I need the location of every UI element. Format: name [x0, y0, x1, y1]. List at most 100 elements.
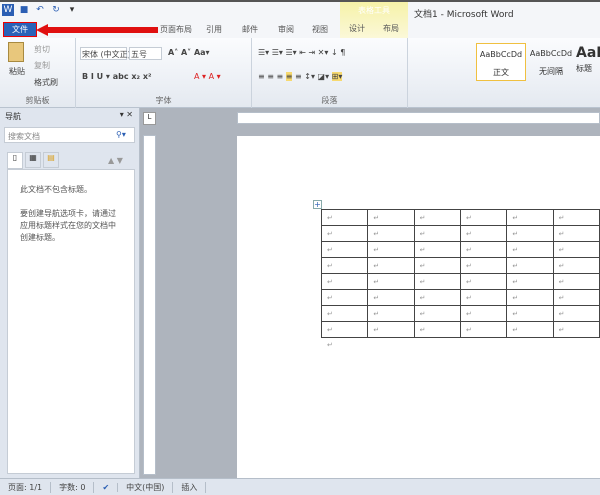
table-cell[interactable]: ↵ — [367, 209, 415, 226]
table-cell[interactable]: ↵ — [413, 225, 461, 242]
table-cell[interactable]: ↵ — [459, 257, 508, 274]
table-cell[interactable]: ↵ — [552, 289, 600, 306]
font-size-select[interactable]: 五号 — [129, 47, 162, 60]
table-cell[interactable]: ↵ — [413, 209, 461, 226]
table-cell[interactable]: ↵ — [367, 289, 415, 306]
page-count[interactable]: 页面: 1/1 — [0, 481, 52, 493]
table-cell[interactable]: ↵ — [552, 321, 600, 338]
word-logo-icon[interactable]: W — [2, 4, 14, 16]
table-cell[interactable]: ↵ — [506, 209, 554, 226]
nav-close-icon[interactable]: ▾ ✕ — [120, 110, 133, 119]
table-cell[interactable]: ↵ — [413, 289, 461, 306]
grow-shrink-font-icon[interactable]: A˄ A˅ Aa▾ — [168, 48, 210, 57]
table-cell[interactable]: ↵ — [413, 305, 461, 322]
redo-icon[interactable]: ↻ — [50, 4, 62, 16]
table-cell[interactable]: ↵ — [413, 241, 461, 258]
table-cell[interactable]: ↵ — [459, 321, 508, 338]
tab-mailings[interactable]: 邮件 — [242, 24, 258, 35]
format-painter-button[interactable]: 格式刷 — [34, 77, 58, 88]
insert-mode[interactable]: 插入 — [173, 481, 207, 493]
paste-icon[interactable] — [8, 42, 24, 62]
style-normal[interactable]: AaBbCcDd 正文 — [476, 43, 526, 81]
table-cell[interactable]: ↵ — [506, 321, 554, 338]
table-cell[interactable]: ↵ — [320, 257, 369, 274]
tab-references[interactable]: 引用 — [206, 24, 222, 35]
tab-view[interactable]: 视图 — [312, 24, 328, 35]
pages-view-icon[interactable]: ▦ — [25, 152, 41, 168]
table-row: ↵ ↵ ↵ ↵ ↵ ↵ — [320, 273, 600, 290]
tab-page-layout[interactable]: 页面布局 — [160, 24, 192, 35]
horizontal-ruler[interactable] — [237, 112, 600, 124]
table-cell[interactable]: ↵ — [506, 273, 554, 290]
prev-next-icons[interactable]: ▲ ▼ — [108, 156, 123, 165]
style-no-spacing[interactable]: AaBbCcDd 无间隔 — [526, 43, 576, 81]
table-move-handle-icon[interactable]: + — [313, 200, 322, 209]
cut-button[interactable]: 剪切 — [34, 44, 50, 55]
table-cell[interactable]: ↵ — [506, 305, 554, 322]
table-cell[interactable]: ↵ — [552, 305, 600, 322]
style-name: 无间隔 — [539, 67, 563, 76]
document-table[interactable]: ↵ ↵ ↵ ↵ ↵ ↵ ↵ ↵ ↵ ↵ ↵ ↵ ↵ ↵ ↵ ↵ ↵ ↵ ↵ ↵ ↵ ↵ ↵ ↵ ↵ ↵ ↵ ↵ ↵ ↵ ↵ ↵ ↵ ↵ ↵ ↵ ↵ ↵ ↵ ↵… — [320, 209, 600, 338]
context-group-label: 表格工具 — [358, 6, 390, 15]
align-icons[interactable]: ≡ ≡ ≡ ≡ ≡ ↕▾ ◪▾ ⊞▾ — [258, 72, 343, 81]
paste-button[interactable]: 粘贴 — [9, 66, 25, 77]
table-cell[interactable]: ↵ — [413, 321, 461, 338]
style-heading[interactable]: AaB 标题 — [576, 43, 600, 81]
quick-access-toolbar: W ■ ↶ ↻ ▾ — [2, 4, 78, 16]
table-cell[interactable]: ↵ — [552, 257, 600, 274]
table-cell[interactable]: ↵ — [320, 305, 369, 322]
table-cell[interactable]: ↵ — [413, 273, 461, 290]
proofing-icon[interactable]: ✔ — [94, 482, 119, 492]
table-cell[interactable]: ↵ — [367, 273, 415, 290]
table-cell[interactable]: ↵ — [459, 225, 508, 242]
tab-design[interactable]: 设计 — [349, 23, 365, 34]
headings-view-icon[interactable]: ▯ — [7, 152, 23, 169]
document-page[interactable]: + ↵ ↵ ↵ ↵ ↵ ↵ ↵ ↵ ↵ ↵ ↵ ↵ ↵ ↵ ↵ ↵ ↵ ↵ ↵ ↵ ↵ ↵ ↵ ↵ ↵ ↵ ↵ ↵ ↵ ↵ ↵ ↵ ↵ ↵ ↵ ↵ ↵ ↵… — [237, 136, 600, 478]
table-cell[interactable]: ↵ — [459, 241, 508, 258]
table-cell[interactable]: ↵ — [506, 241, 554, 258]
paragraph-mark: ↵ — [327, 341, 333, 349]
font-name-select[interactable]: 宋体 (中文正) — [80, 47, 131, 60]
clipboard-group: 粘贴 剪切 复制 格式刷 剪贴板 — [0, 38, 76, 108]
results-view-icon[interactable]: ▤ — [43, 152, 59, 168]
font-color-icon[interactable]: A ▾ A ▾ — [194, 72, 221, 81]
table-cell[interactable]: ↵ — [367, 305, 415, 322]
language[interactable]: 中文(中国) — [118, 481, 174, 493]
table-cell[interactable]: ↵ — [506, 225, 554, 242]
table-cell[interactable]: ↵ — [459, 273, 508, 290]
table-cell[interactable]: ↵ — [367, 257, 415, 274]
table-cell[interactable]: ↵ — [552, 225, 600, 242]
table-cell[interactable]: ↵ — [413, 257, 461, 274]
vertical-ruler[interactable] — [143, 135, 156, 475]
customize-icon[interactable]: ▾ — [66, 4, 78, 16]
table-cell[interactable]: ↵ — [320, 273, 369, 290]
search-icon[interactable]: ⚲▾ — [116, 130, 126, 139]
table-cell[interactable]: ↵ — [320, 225, 369, 242]
tab-review[interactable]: 审阅 — [278, 24, 294, 35]
table-cell[interactable]: ↵ — [459, 305, 508, 322]
font-group: 宋体 (中文正) 五号 A˄ A˅ Aa▾ B I U ▾ abc x₂ x² … — [76, 38, 252, 108]
undo-icon[interactable]: ↶ — [34, 4, 46, 16]
table-cell[interactable]: ↵ — [506, 289, 554, 306]
copy-button[interactable]: 复制 — [34, 60, 50, 71]
table-cell[interactable]: ↵ — [367, 321, 415, 338]
table-cell[interactable]: ↵ — [320, 321, 369, 338]
list-icons[interactable]: ☰▾ ☰▾ ☰▾ ⇤ ⇥ ✕▾ ↓ ¶ — [258, 48, 345, 57]
table-cell[interactable]: ↵ — [320, 209, 369, 226]
save-icon[interactable]: ■ — [18, 4, 30, 16]
table-cell[interactable]: ↵ — [367, 241, 415, 258]
word-count[interactable]: 字数: 0 — [51, 481, 95, 493]
table-cell[interactable]: ↵ — [506, 257, 554, 274]
ruler-tab-selector[interactable]: L — [143, 112, 156, 125]
table-cell[interactable]: ↵ — [552, 241, 600, 258]
table-cell[interactable]: ↵ — [320, 289, 369, 306]
table-cell[interactable]: ↵ — [552, 273, 600, 290]
table-cell[interactable]: ↵ — [552, 209, 600, 226]
tab-file[interactable]: 文件 — [3, 22, 37, 37]
table-cell[interactable]: ↵ — [367, 225, 415, 242]
table-cell[interactable]: ↵ — [459, 289, 508, 306]
tab-layout[interactable]: 布局 — [383, 23, 399, 34]
table-cell[interactable]: ↵ — [320, 241, 369, 258]
table-cell[interactable]: ↵ — [459, 209, 508, 226]
bold-italic-underline-icons[interactable]: B I U ▾ abc x₂ x² — [82, 72, 152, 81]
